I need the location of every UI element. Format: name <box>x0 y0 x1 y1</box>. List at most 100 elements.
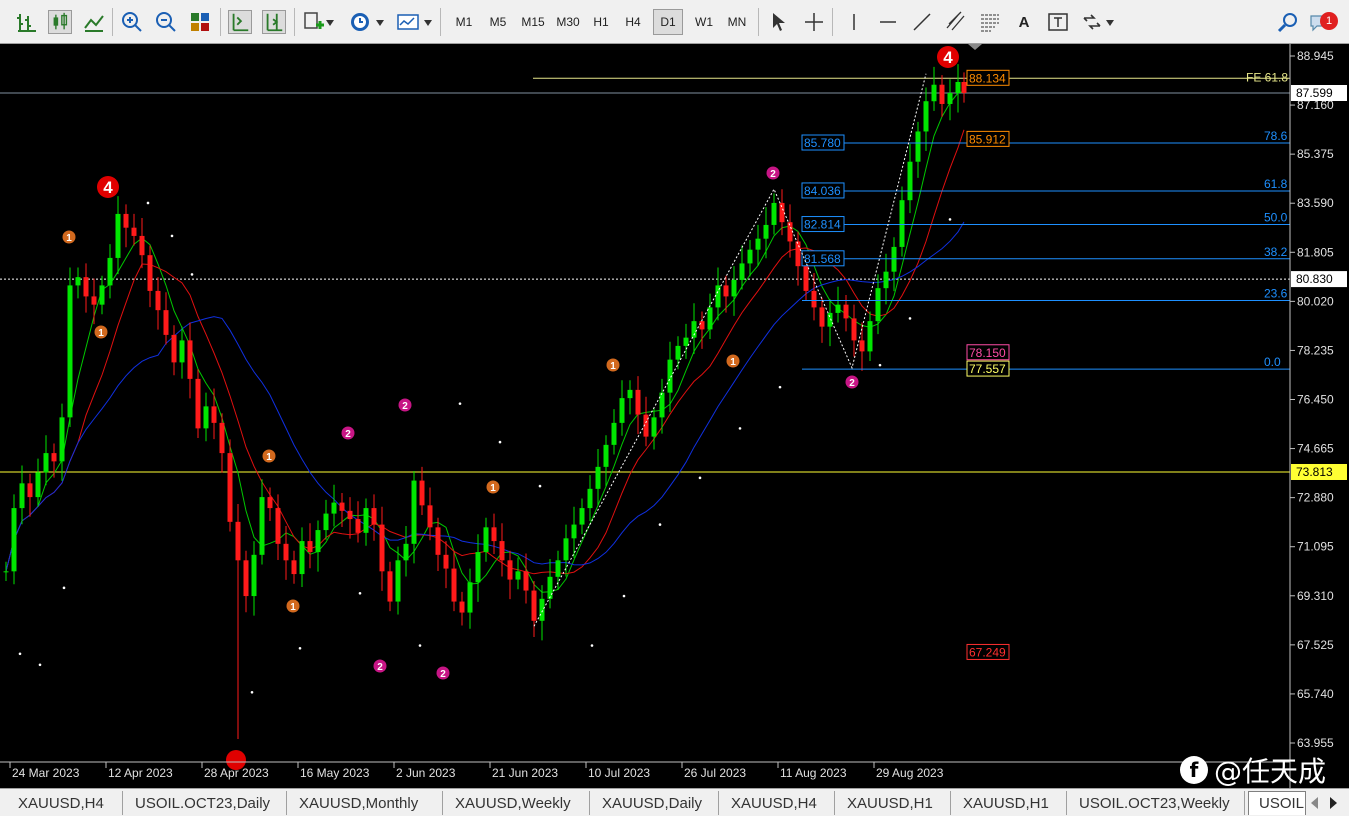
timeframe-w1[interactable]: W1 <box>688 9 720 35</box>
chevron-down-icon[interactable] <box>424 20 432 26</box>
time-tick-label: 28 Apr 2023 <box>204 766 269 780</box>
candle-body <box>931 84 937 102</box>
candle-body <box>507 560 513 580</box>
candle-body <box>579 508 585 525</box>
price-chart[interactable]: 78.6 61.8 50.0 38.2 23.6 0.0 FE 61.8 85.780 84.0… <box>0 44 1349 788</box>
candle-body <box>907 161 913 201</box>
wave-label-small: 1 <box>266 452 272 463</box>
candle-body <box>851 318 857 341</box>
templates-icon[interactable] <box>396 10 420 34</box>
vertical-line-icon[interactable] <box>842 10 866 34</box>
tab-scroll-right-icon[interactable] <box>1328 797 1338 809</box>
trendline-icon[interactable] <box>910 10 934 34</box>
sar-dot <box>358 592 362 595</box>
fib-level-label: 23.6 <box>1264 287 1288 301</box>
fe-price-label: 78.150 <box>969 346 1006 360</box>
price-tick-label: 76.450 <box>1297 393 1334 407</box>
candle-body <box>99 285 105 305</box>
candlestick-chart-icon[interactable] <box>48 10 72 34</box>
notification-badge[interactable]: 1 <box>1320 12 1338 30</box>
candle-body <box>83 277 89 297</box>
candle-body <box>427 505 433 528</box>
equidistant-channel-icon[interactable] <box>944 10 968 34</box>
tab-xauusd-h1[interactable]: XAUUSD,H1 <box>837 791 951 815</box>
search-icon[interactable] <box>1276 10 1300 34</box>
tab-usoil-weekly[interactable]: USOIL.OCT23,Weekly <box>1069 791 1245 815</box>
timeframe-m15[interactable]: M15 <box>516 9 550 35</box>
timeframe-d1[interactable]: D1 <box>653 9 683 35</box>
candle-body <box>115 213 121 258</box>
timeframe-m5[interactable]: M5 <box>482 9 514 35</box>
chevron-down-icon[interactable] <box>376 20 384 26</box>
clock-periods-icon[interactable] <box>348 10 372 34</box>
cursor-icon[interactable] <box>766 10 790 34</box>
candle-body <box>771 202 777 225</box>
horizontal-line-icon[interactable] <box>876 10 900 34</box>
sar-dot <box>948 218 952 221</box>
candle-body <box>739 263 745 280</box>
time-tick-label: 29 Aug 2023 <box>876 766 944 780</box>
candle-body <box>323 513 329 531</box>
bar-chart-icon[interactable] <box>14 10 38 34</box>
chart-shift-icon[interactable] <box>262 10 286 34</box>
toolbar-separator <box>294 8 295 36</box>
candle-body <box>395 560 401 602</box>
zoom-out-icon[interactable] <box>154 10 178 34</box>
tab-xauusd-weekly[interactable]: XAUUSD,Weekly <box>445 791 590 815</box>
candle-body <box>27 483 33 498</box>
candle-body <box>499 541 505 561</box>
tile-windows-icon[interactable] <box>188 10 212 34</box>
price-tick-label: 88.945 <box>1297 49 1334 63</box>
candle-body <box>819 307 825 327</box>
timeframe-mn[interactable]: MN <box>721 9 753 35</box>
tab-xauusd-h4[interactable]: XAUUSD,H4 <box>8 791 123 815</box>
candle-body <box>155 290 161 311</box>
toolbar-separator <box>758 8 759 36</box>
candle-body <box>619 398 625 423</box>
fibonacci-icon[interactable] <box>978 10 1002 34</box>
tab-xauusd-h1-2[interactable]: XAUUSD,H1 <box>953 791 1067 815</box>
crosshair-icon[interactable] <box>802 10 826 34</box>
candle-body <box>451 568 457 602</box>
chart-tabs-bar: XAUUSD,H4 USOIL.OCT23,Daily XAUUSD,Month… <box>0 788 1349 816</box>
text-label-icon[interactable] <box>1046 10 1070 34</box>
candle-body <box>403 543 409 561</box>
fib-price-label: 81.568 <box>804 252 841 266</box>
candle-body <box>291 560 297 575</box>
tab-usoil-daily[interactable]: USOIL.OCT23,Daily <box>125 791 287 815</box>
timeframe-m1[interactable]: M1 <box>448 9 480 35</box>
candle-body <box>43 453 49 473</box>
arrows-icon[interactable] <box>1080 10 1104 34</box>
zoom-in-icon[interactable] <box>120 10 144 34</box>
price-tick-label: 65.740 <box>1297 687 1334 701</box>
tab-scroll-left-icon[interactable] <box>1310 797 1320 809</box>
chevron-down-icon[interactable] <box>326 20 334 26</box>
sar-dot <box>62 586 66 590</box>
sar-dot <box>658 523 662 526</box>
tab-xauusd-daily[interactable]: XAUUSD,Daily <box>592 791 719 815</box>
candle-body <box>243 560 249 597</box>
candle-body <box>211 406 217 423</box>
candle-body <box>35 472 41 498</box>
tab-xauusd-monthly[interactable]: XAUUSD,Monthly <box>289 791 443 815</box>
text-tool-button[interactable]: A <box>1012 9 1036 35</box>
tab-xauusd-h4-2[interactable]: XAUUSD,H4 <box>721 791 835 815</box>
indicators-icon[interactable] <box>302 10 326 34</box>
candle-body <box>179 340 185 363</box>
hline-80830-tag: 80.830 <box>1296 272 1333 286</box>
timeframe-m30[interactable]: M30 <box>551 9 585 35</box>
auto-scroll-icon[interactable] <box>228 10 252 34</box>
line-chart-icon[interactable] <box>82 10 106 34</box>
candle-body <box>59 417 65 462</box>
tab-usoil-active[interactable]: USOIL <box>1248 791 1306 815</box>
price-tick-label: 74.665 <box>1297 442 1334 456</box>
timeframe-h1[interactable]: H1 <box>586 9 616 35</box>
timeframe-h4[interactable]: H4 <box>618 9 648 35</box>
candle-body <box>339 502 345 511</box>
chevron-down-icon[interactable] <box>1106 20 1114 26</box>
price-tick-label: 72.880 <box>1297 491 1334 505</box>
wave-label-small: 2 <box>377 662 383 673</box>
candle-body <box>371 508 377 525</box>
sar-dot <box>538 484 542 488</box>
wave-label-small: 2 <box>770 169 776 180</box>
